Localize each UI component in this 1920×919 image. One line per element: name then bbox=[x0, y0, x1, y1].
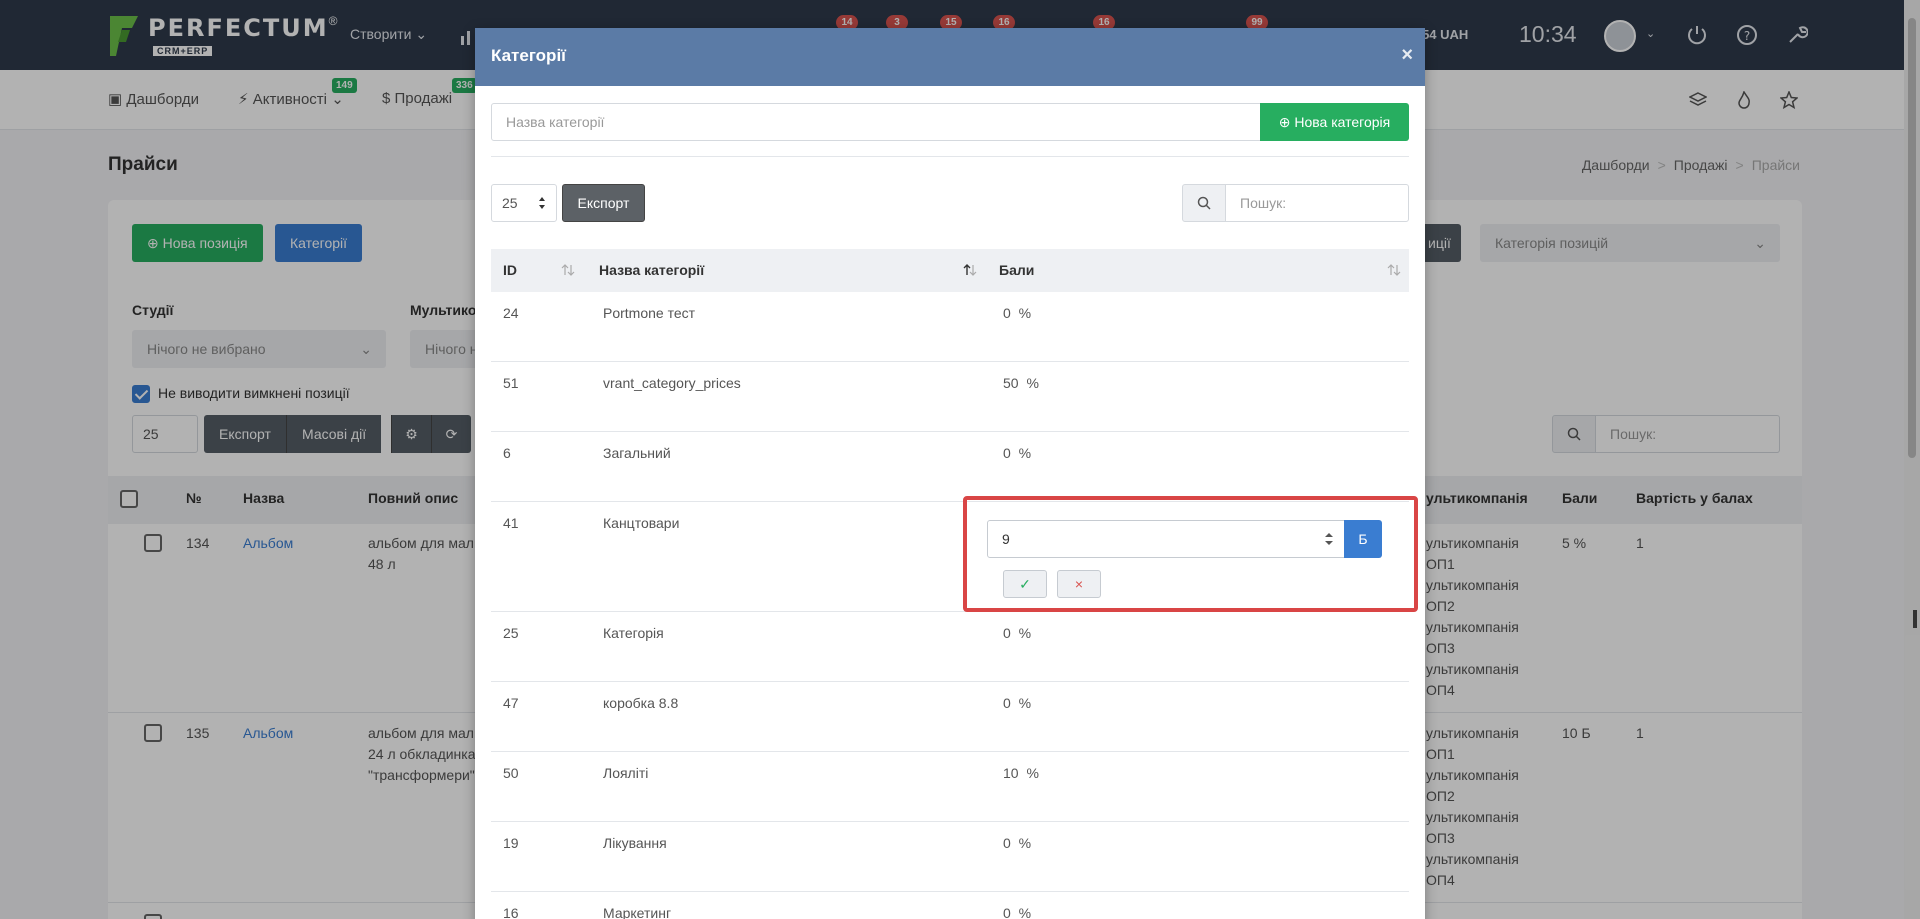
modal-header: Категорії × bbox=[475, 28, 1425, 86]
close-icon[interactable]: × bbox=[1401, 42, 1413, 68]
category-name: vrant_category_prices bbox=[603, 375, 741, 391]
close-icon: × bbox=[1074, 576, 1084, 592]
search-icon bbox=[1197, 196, 1211, 210]
modal-table-header: ID Назва категорії Бали bbox=[491, 249, 1409, 292]
spinner-arrows-icon[interactable] bbox=[1324, 532, 1334, 546]
modal-page-length-select[interactable]: 25 bbox=[491, 184, 557, 222]
category-id: 6 bbox=[503, 445, 511, 461]
category-points[interactable]: 0 % bbox=[1003, 625, 1031, 641]
category-id: 41 bbox=[503, 515, 519, 531]
modal-search-addon bbox=[1182, 184, 1226, 222]
category-name: Категорія bbox=[603, 625, 664, 641]
category-row[interactable]: 24 Portmone тест 0 % bbox=[491, 292, 1409, 362]
points-value-input[interactable]: 9 bbox=[987, 520, 1345, 558]
select-value: 25 bbox=[502, 195, 518, 211]
category-name: Лікування bbox=[603, 835, 667, 851]
category-points[interactable]: 0 % bbox=[1003, 835, 1031, 851]
category-id: 24 bbox=[503, 305, 519, 321]
modal-title: Категорії bbox=[491, 46, 566, 65]
category-name-input[interactable]: Назва категорії bbox=[491, 103, 1261, 141]
confirm-button[interactable]: ✓ bbox=[1003, 570, 1047, 598]
button-label: Нова категорія bbox=[1294, 114, 1391, 130]
category-row[interactable]: 16 Маркетинг 0 % bbox=[491, 892, 1409, 919]
modal-search-input[interactable]: Пошук: bbox=[1225, 184, 1409, 222]
column-header-name[interactable]: Назва категорії bbox=[599, 262, 704, 278]
category-name: Portmone тест bbox=[603, 305, 696, 321]
category-name: Загальний bbox=[603, 445, 671, 461]
category-name: Лояліті bbox=[603, 765, 649, 781]
category-row[interactable]: 25 Категорія 0 % bbox=[491, 612, 1409, 682]
column-header-points[interactable]: Бали bbox=[999, 262, 1034, 278]
category-id: 16 bbox=[503, 905, 519, 919]
category-id: 25 bbox=[503, 625, 519, 641]
category-name: коробка 8.8 bbox=[603, 695, 679, 711]
category-points[interactable]: 0 % bbox=[1003, 305, 1031, 321]
category-id: 51 bbox=[503, 375, 519, 391]
sort-asc-icon[interactable] bbox=[963, 263, 977, 277]
category-row[interactable]: 19 Лікування 0 % bbox=[491, 822, 1409, 892]
column-header-id[interactable]: ID bbox=[503, 262, 517, 278]
category-points[interactable]: 0 % bbox=[1003, 445, 1031, 461]
check-icon: ✓ bbox=[1019, 576, 1031, 592]
cancel-button[interactable]: × bbox=[1057, 570, 1101, 598]
category-row[interactable]: 47 коробка 8.8 0 % bbox=[491, 682, 1409, 752]
category-points[interactable]: 0 % bbox=[1003, 905, 1031, 919]
categories-modal: Категорії × Назва категорії ⊕ Нова катег… bbox=[475, 28, 1425, 919]
category-row[interactable]: 51 vrant_category_prices 50 % bbox=[491, 362, 1409, 432]
points-unit-toggle[interactable]: Б bbox=[1344, 520, 1382, 558]
category-id: 47 bbox=[503, 695, 519, 711]
category-name: Канцтовари bbox=[603, 515, 680, 531]
category-row[interactable]: 50 Лояліті 10 % bbox=[491, 752, 1409, 822]
modal-export-button[interactable]: Експорт bbox=[562, 184, 645, 222]
category-id: 50 bbox=[503, 765, 519, 781]
plus-circle-icon: ⊕ bbox=[1278, 114, 1291, 130]
sort-icon[interactable] bbox=[1387, 263, 1401, 277]
category-row[interactable]: 6 Загальний 0 % bbox=[491, 432, 1409, 502]
input-value: 9 bbox=[1002, 531, 1010, 547]
category-name: Маркетинг bbox=[603, 905, 672, 919]
category-points[interactable]: 50 % bbox=[1003, 375, 1039, 391]
sort-arrows-icon bbox=[539, 197, 545, 209]
mouse-cursor bbox=[1913, 610, 1917, 628]
sort-icon[interactable] bbox=[561, 263, 575, 277]
new-category-button[interactable]: ⊕ Нова категорія bbox=[1260, 103, 1409, 141]
category-points[interactable]: 10 % bbox=[1003, 765, 1039, 781]
category-points[interactable]: 0 % bbox=[1003, 695, 1031, 711]
category-id: 19 bbox=[503, 835, 519, 851]
